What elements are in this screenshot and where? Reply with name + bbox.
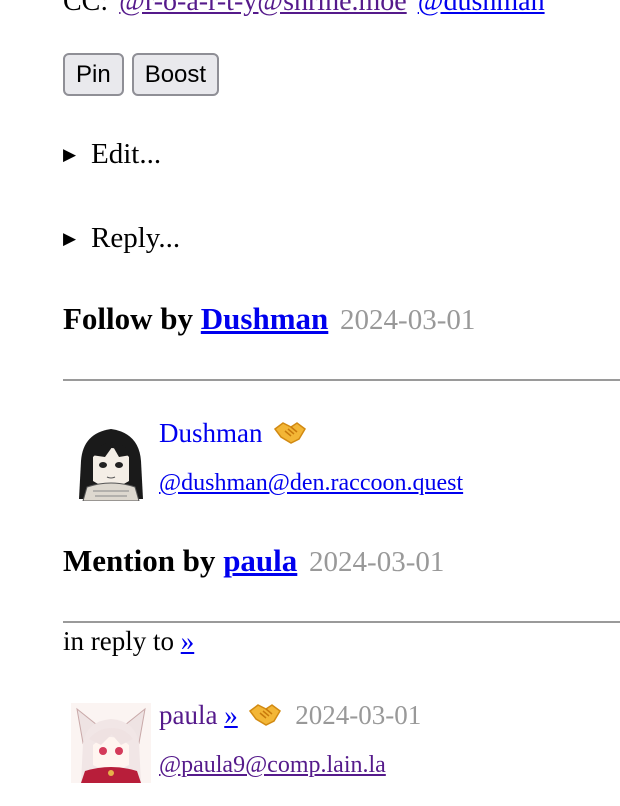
account-display-name: Dushman — [159, 418, 307, 452]
account-status-link[interactable]: » — [224, 700, 238, 730]
cc-recipient-link[interactable]: @r-o-a-r-t-y@shrine.moe — [119, 0, 407, 17]
actor-link[interactable]: Dushman — [201, 301, 329, 336]
edit-disclosure-label: Edit... — [91, 138, 162, 170]
post-actions: Pin Boost — [63, 53, 220, 96]
in-reply-to: in reply to » — [63, 626, 194, 657]
pin-button[interactable]: Pin — [63, 53, 124, 96]
divider — [63, 621, 620, 623]
in-reply-to-link[interactable]: » — [181, 626, 195, 656]
edit-disclosure[interactable]: ▶ Edit... — [63, 138, 161, 171]
status-date: 2024-03-01 — [295, 700, 422, 730]
notification-date: 2024-03-01 — [340, 304, 476, 336]
cc-recipient-link[interactable]: @dushman — [418, 0, 545, 17]
cc-line: CC: @r-o-a-r-t-y@shrine.moe @dushman — [63, 0, 620, 18]
account-name-link[interactable]: paula — [159, 700, 217, 730]
in-reply-to-label: in reply to — [63, 626, 174, 656]
cc-label: CC: — [63, 0, 109, 17]
handshake-icon — [273, 419, 307, 452]
notification-kind: Mention by — [63, 543, 216, 578]
avatar-image — [71, 421, 151, 501]
triangle-right-icon: ▶ — [63, 144, 77, 165]
avatar[interactable] — [71, 703, 151, 783]
account-handle-link[interactable]: @dushman@den.raccoon.quest — [159, 470, 463, 496]
triangle-right-icon: ▶ — [63, 228, 77, 249]
actor-link[interactable]: paula — [223, 543, 297, 578]
handshake-icon — [248, 701, 282, 734]
reply-disclosure[interactable]: ▶ Reply... — [63, 222, 180, 255]
reply-disclosure-label: Reply... — [91, 222, 181, 254]
account-handle: @paula9@comp.lain.la — [159, 752, 386, 779]
mention-notification-heading: Mention by paula 2024-03-01 — [63, 543, 444, 579]
avatar[interactable] — [71, 421, 151, 501]
divider — [63, 379, 620, 381]
account-handle: @dushman@den.raccoon.quest — [159, 470, 463, 497]
account-name-link[interactable]: Dushman — [159, 418, 263, 448]
notification-kind: Follow by — [63, 301, 194, 336]
boost-button[interactable]: Boost — [131, 53, 220, 96]
account-handle-link[interactable]: @paula9@comp.lain.la — [159, 752, 386, 778]
follow-notification-heading: Follow by Dushman 2024-03-01 — [63, 301, 475, 337]
account-display-name: paula » 2024-03-01 — [159, 700, 421, 734]
avatar-image — [71, 703, 151, 783]
notification-date: 2024-03-01 — [309, 546, 445, 578]
